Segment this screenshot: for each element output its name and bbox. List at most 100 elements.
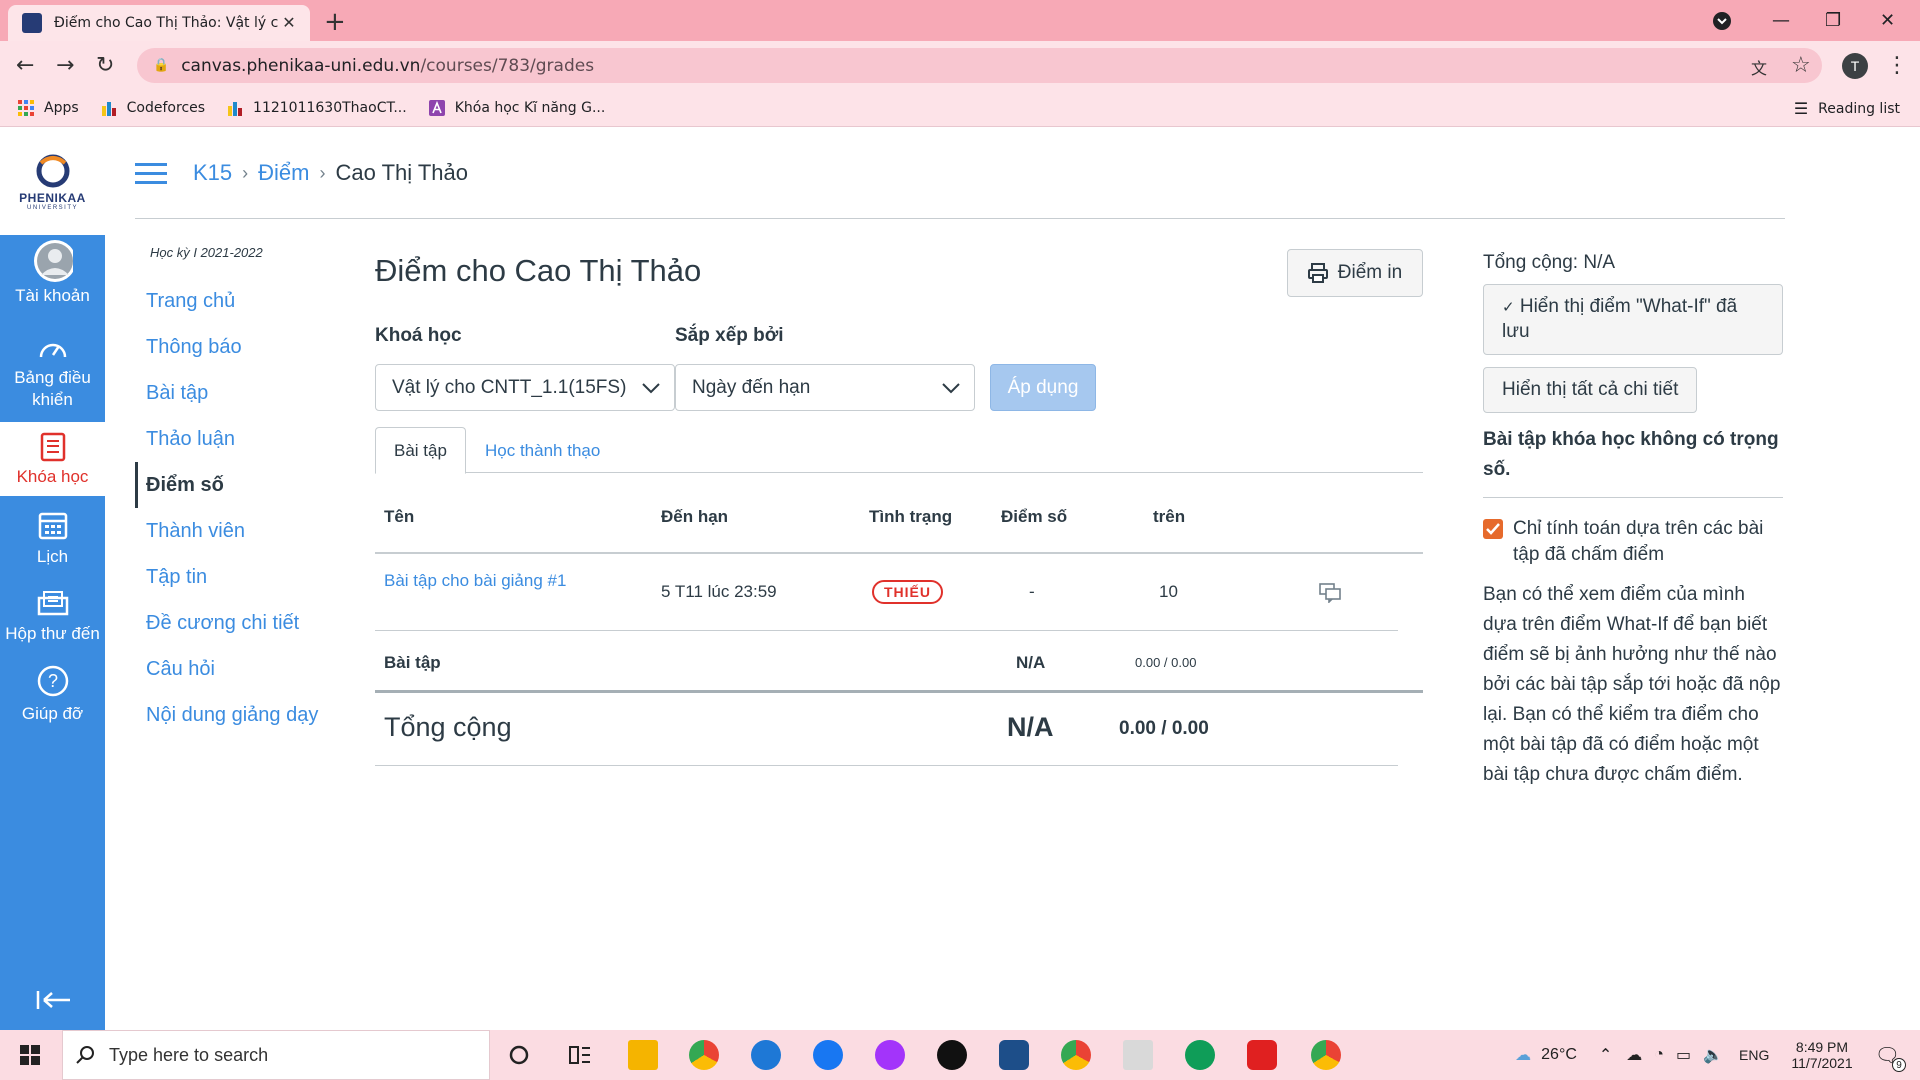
tab-mastery[interactable]: Học thành thạo [467, 427, 618, 474]
course-select[interactable]: Vật lý cho CNTT_1.1(15FS) [375, 364, 675, 411]
column-header-status: Tình trạng [869, 507, 953, 526]
course-nav-home[interactable]: Trang chủ [135, 278, 335, 324]
course-nav-announcements[interactable]: Thông báo [135, 324, 335, 370]
notification-icon[interactable]: 🗨 9 [1875, 1043, 1906, 1072]
bookmark-label: 1121011630ThaoCT... [253, 100, 407, 116]
reading-list-icon: ☰ [1793, 99, 1809, 118]
printer-icon [1307, 263, 1328, 283]
show-whatif-button[interactable]: ✓ Hiển thị điểm "What-If" đã lưu [1483, 284, 1783, 355]
show-all-details-button[interactable]: Hiển thị tất cả chi tiết [1483, 367, 1698, 413]
hamburger-menu-icon[interactable] [135, 157, 167, 190]
forward-icon[interactable]: → [56, 53, 74, 78]
translate-icon[interactable]: 文 [1751, 55, 1767, 79]
browser-tab[interactable]: Điểm cho Cao Thị Thảo: Vật lý ch ✕ [8, 5, 310, 41]
maximize-icon[interactable]: ❐ [1825, 0, 1841, 41]
global-nav-dashboard[interactable]: Bảng điều khiển [0, 335, 105, 409]
chevron-up-icon[interactable]: ⌃ [1599, 1045, 1612, 1065]
search-icon [75, 1045, 95, 1065]
volume-icon[interactable]: 🔈 [1703, 1045, 1723, 1065]
bookmark-apps[interactable]: Apps [18, 100, 79, 116]
close-window-icon[interactable]: ✕ [1880, 0, 1895, 41]
sort-select[interactable]: Ngày đến hạn [675, 364, 975, 411]
bookmark-thaoct[interactable]: 1121011630ThaoCT... [227, 100, 407, 116]
task-view-icon[interactable] [568, 1044, 592, 1066]
chrome-active-icon[interactable] [1311, 1040, 1341, 1070]
tab-assignments[interactable]: Bài tập [375, 427, 466, 474]
course-nav-assignments[interactable]: Bài tập [135, 370, 335, 416]
url-bar[interactable]: 🔒 canvas.phenikaa-uni.edu.vn/courses/783… [137, 48, 1822, 83]
edge-icon[interactable] [1185, 1040, 1215, 1070]
chevron-down-icon [942, 382, 960, 394]
assignment-group-row: Bài tập N/A 0.00 / 0.00 [375, 631, 1423, 693]
chrome-icon[interactable] [689, 1040, 719, 1070]
phenikaa-logo[interactable]: PHENIKAA UNIVERSITY [0, 128, 105, 235]
windows-start-icon[interactable] [20, 1045, 40, 1065]
logo-subtext: UNIVERSITY [26, 204, 78, 211]
course-nav-quizzes[interactable]: Câu hỏi [135, 646, 335, 692]
course-nav-syllabus[interactable]: Đề cương chi tiết [135, 600, 335, 646]
tiktok-icon[interactable] [937, 1040, 967, 1070]
global-nav-help[interactable]: ? Giúp đỡ [0, 663, 105, 727]
global-nav-calendar[interactable]: Lịch [0, 508, 105, 572]
battery-icon[interactable]: ▭ [1676, 1045, 1691, 1065]
messenger-icon[interactable] [875, 1040, 905, 1070]
print-grades-button[interactable]: Điểm in [1287, 249, 1423, 297]
facebook-icon[interactable] [813, 1040, 843, 1070]
sidebar-total: Tổng cộng: N/A [1483, 252, 1616, 273]
weather-temp[interactable]: 26°C [1541, 1046, 1577, 1064]
global-nav-courses[interactable]: Khóa học [0, 422, 105, 496]
global-nav-account[interactable]: Tài khoản [0, 240, 105, 317]
page-title: Điểm cho Cao Thị Thảo [375, 253, 702, 288]
new-tab-button[interactable]: + [324, 7, 346, 37]
back-icon[interactable]: ← [16, 53, 34, 78]
bookmark-label: Khóa học Kĩ năng G... [454, 100, 606, 116]
tab-close-icon[interactable]: ✕ [278, 13, 300, 33]
bookmark-khoa-hoc[interactable]: Khóa học Kĩ năng G... [428, 100, 606, 116]
graded-only-checkbox[interactable] [1483, 519, 1503, 539]
comment-icon[interactable] [1319, 583, 1341, 603]
bookmark-star-icon[interactable]: ☆ [1791, 53, 1811, 78]
assignment-link[interactable]: Bài tập cho bài giảng #1 [384, 571, 566, 591]
language-indicator[interactable]: ENG [1739, 1047, 1769, 1063]
file-explorer-icon[interactable] [628, 1040, 658, 1070]
zoom-icon[interactable] [999, 1040, 1029, 1070]
tab-search-icon[interactable] [1712, 0, 1732, 41]
course-nav-files[interactable]: Tập tin [135, 554, 335, 600]
kebab-menu-icon[interactable]: ⋮ [1886, 53, 1908, 78]
table-header-divider [375, 552, 1423, 554]
weather-icon[interactable]: ☁ [1515, 1045, 1531, 1065]
breadcrumb-course[interactable]: K15 [193, 160, 232, 186]
print-label: Điểm in [1337, 262, 1403, 283]
total-row: Tổng cộng N/A 0.00 / 0.00 [375, 693, 1398, 766]
cortana-icon[interactable] [508, 1044, 530, 1066]
zalo-icon[interactable] [751, 1040, 781, 1070]
course-nav-people[interactable]: Thành viên [135, 508, 335, 554]
chrome-profile-icon[interactable] [1061, 1040, 1091, 1070]
course-nav-grades[interactable]: Điểm số [135, 462, 335, 508]
course-nav-discussions[interactable]: Thảo luận [135, 416, 335, 462]
breadcrumb-grades[interactable]: Điểm [258, 160, 309, 186]
address-toolbar: ← → ↻ 🔒 canvas.phenikaa-uni.edu.vn/cours… [0, 41, 1920, 90]
grades-main: Điểm cho Cao Thị Thảo Điểm in Khoá học S… [375, 245, 1423, 766]
clock[interactable]: 8:49 PM 11/7/2021 [1791, 1039, 1852, 1071]
youtube-icon[interactable] [1247, 1040, 1277, 1070]
global-nav-label: Tài khoản [15, 286, 90, 305]
course-nav-modules[interactable]: Nội dung giảng dạy [135, 692, 335, 738]
bookmark-codeforces[interactable]: Codeforces [101, 100, 205, 116]
graded-only-label: Chỉ tính toán dựa trên các bài tập đã ch… [1513, 518, 1764, 565]
graded-only-row: Chỉ tính toán dựa trên các bài tập đã ch… [1483, 516, 1783, 568]
app-grid-icon[interactable] [1123, 1040, 1153, 1070]
minimize-icon[interactable]: — [1772, 0, 1790, 41]
collapse-nav-button[interactable] [0, 987, 105, 1017]
purple-a-icon [428, 100, 445, 116]
courses-book-icon [33, 432, 73, 462]
reload-icon[interactable]: ↻ [96, 53, 114, 78]
wifi-icon[interactable]: ◔ [1654, 1046, 1664, 1064]
dashboard-gauge-icon [33, 335, 73, 363]
taskbar-search[interactable]: Type here to search [62, 1030, 490, 1080]
apply-button[interactable]: Áp dụng [990, 364, 1096, 411]
profile-avatar[interactable]: T [1842, 53, 1868, 79]
onedrive-icon[interactable]: ☁ [1626, 1045, 1642, 1065]
global-nav-inbox[interactable]: Hộp thư đến [0, 585, 105, 649]
reading-list-button[interactable]: ☰ Reading list [1794, 90, 1900, 127]
